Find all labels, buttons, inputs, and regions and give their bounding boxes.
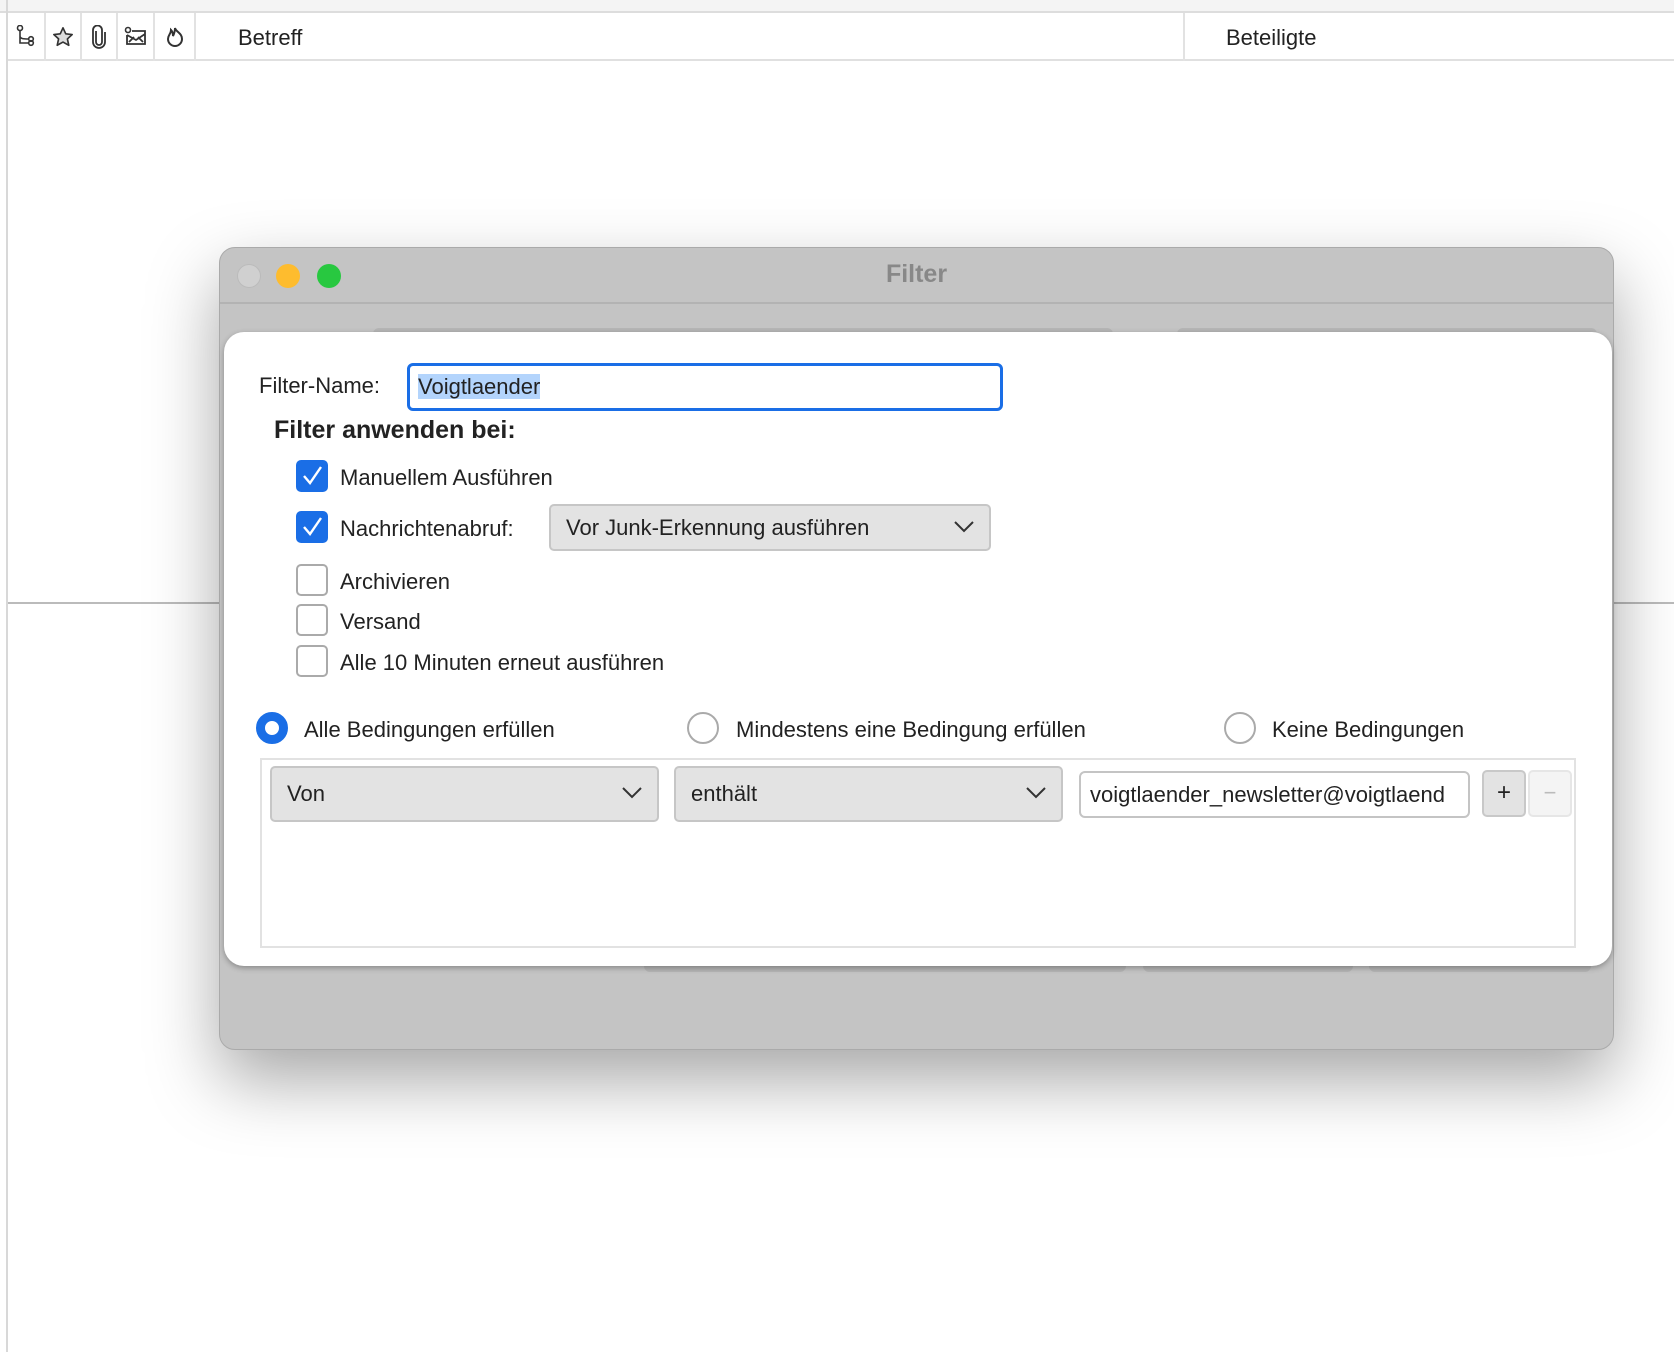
correspondents-header-label: Beteiligte	[1226, 25, 1317, 50]
archive-label: Archivieren	[340, 569, 451, 594]
match-any-radio[interactable]	[687, 712, 719, 744]
star-icon	[53, 27, 73, 47]
rule-field-select[interactable]: Von	[270, 766, 659, 822]
attachment-column-header[interactable]	[82, 13, 118, 61]
rule-field-value: Von	[287, 781, 325, 806]
add-rule-button[interactable]: +	[1482, 770, 1526, 817]
fetch-timing-value: Vor Junk-Erkennung ausführen	[566, 514, 870, 540]
manual-run-checkbox[interactable]	[296, 460, 328, 492]
send-label: Versand	[340, 609, 421, 634]
rule-operator-select[interactable]: enthält	[674, 766, 1063, 822]
filter-sheet: Filter-Name: Voigtlaender Filter anwende…	[224, 332, 1612, 966]
remove-rule-button[interactable]: −	[1528, 770, 1572, 817]
thread-column-header[interactable]	[8, 13, 46, 61]
rule-value-input[interactable]: voigtlaender_newsletter@voigtlaend	[1079, 771, 1470, 818]
subject-header-label: Betreff	[238, 25, 303, 50]
top-toolbar-edge	[0, 0, 1674, 13]
match-all-radio[interactable]	[256, 712, 288, 744]
star-column-header[interactable]	[46, 13, 82, 61]
junk-icon	[166, 27, 183, 47]
match-all-label: Alle Bedingungen erfüllen	[304, 717, 555, 742]
manual-run-label: Manuellem Ausführen	[340, 465, 553, 490]
fetch-checkbox[interactable]	[296, 511, 328, 543]
filter-name-value: Voigtlaender	[418, 374, 541, 399]
send-checkbox[interactable]	[296, 604, 328, 636]
message-list-header: Betreff Beteiligte	[8, 13, 1674, 61]
rule-operator-value: enthält	[691, 781, 758, 806]
periodic-checkbox[interactable]	[296, 645, 328, 677]
chevron-down-icon	[954, 520, 974, 532]
apply-heading: Filter anwenden bei:	[274, 416, 516, 444]
thread-icon	[16, 25, 35, 47]
pane-divider	[6, 0, 8, 1352]
title-bar[interactable]: Filter	[220, 248, 1613, 304]
match-none-radio[interactable]	[1224, 712, 1256, 744]
chevron-down-icon	[1026, 787, 1046, 799]
checkmark-icon	[303, 517, 322, 536]
junk-column-header[interactable]	[155, 13, 196, 61]
chevron-down-icon	[622, 787, 642, 799]
match-none-label: Keine Bedingungen	[1272, 717, 1465, 742]
fetch-timing-select[interactable]: Vor Junk-Erkennung ausführen	[549, 504, 991, 551]
archive-checkbox[interactable]	[296, 564, 328, 596]
read-status-icon	[124, 26, 146, 45]
filter-name-label: Filter-Name:	[259, 373, 381, 398]
subject-column-header[interactable]: Betreff	[196, 13, 1185, 61]
rule-value-text: voigtlaender_newsletter@voigtlaend	[1090, 782, 1445, 807]
window-title: Filter	[885, 260, 948, 288]
correspondents-column-header[interactable]: Beteiligte	[1185, 13, 1674, 61]
rules-list: Von enthält voigtlaender_newsletter@voig…	[260, 758, 1576, 948]
attachment-icon	[92, 25, 106, 49]
checkmark-icon	[303, 466, 322, 485]
filter-name-input[interactable]: Voigtlaender	[407, 363, 1003, 411]
periodic-label: Alle 10 Minuten erneut ausführen	[340, 650, 665, 675]
fetch-label: Nachrichtenabruf:	[340, 516, 514, 541]
read-column-header[interactable]	[118, 13, 155, 61]
match-any-label: Mindestens eine Bedingung erfüllen	[736, 717, 1086, 742]
